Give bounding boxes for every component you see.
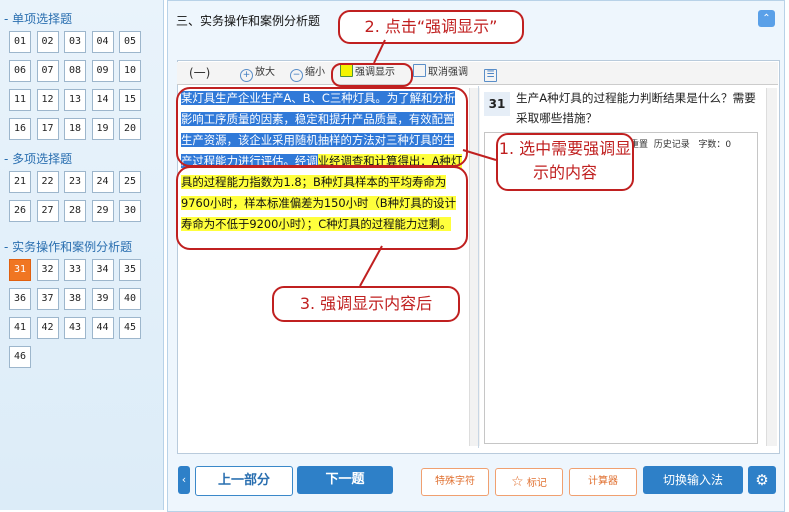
annotation-arrows xyxy=(359,39,497,287)
arrow-step1 xyxy=(462,149,497,161)
arrow-step2 xyxy=(373,39,386,64)
arrow-step3 xyxy=(359,245,383,287)
